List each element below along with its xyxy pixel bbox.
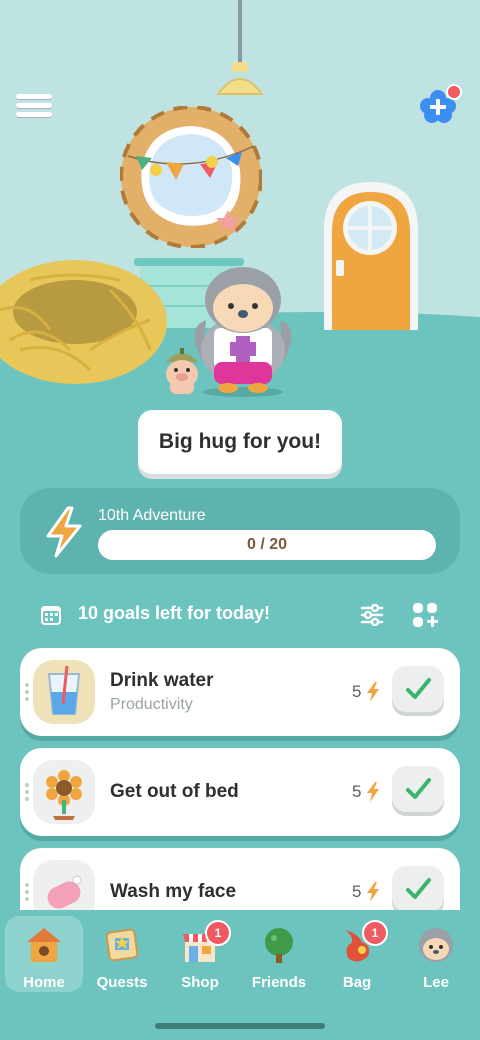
- avatar-icon: [419, 928, 453, 962]
- ceiling-lamp-icon: [216, 62, 264, 95]
- speech-bubble: Big hug for you!: [138, 410, 342, 474]
- orange-door: [324, 182, 418, 330]
- goal-card[interactable]: Get out of bed 5: [20, 748, 460, 836]
- goal-category: Productivity: [110, 696, 193, 713]
- drag-handle-icon[interactable]: [25, 782, 29, 802]
- drag-handle-icon[interactable]: [25, 882, 29, 902]
- goal-points: 5: [352, 682, 362, 701]
- bird-character: [194, 267, 292, 397]
- goal-title: Drink water: [110, 670, 214, 691]
- sunflower-icon: [33, 760, 95, 824]
- nav-item-home[interactable]: Home: [5, 916, 83, 992]
- goal-card[interactable]: Drink water Productivity 5: [20, 648, 460, 736]
- nav-item-friends[interactable]: Friends: [240, 916, 318, 992]
- menu-line: [16, 112, 52, 117]
- complete-goal-button[interactable]: [392, 666, 444, 712]
- nav-label: Bag: [342, 974, 372, 991]
- adventure-progress-card[interactable]: 10th Adventure 0 / 20: [20, 488, 460, 574]
- goal-points: 5: [352, 882, 362, 901]
- goals-left-text: 10 goals left for today!: [78, 603, 271, 623]
- lightning-bolt-icon: [367, 782, 379, 802]
- lightning-bolt-icon: [367, 882, 379, 902]
- bag-badge: 1: [362, 920, 388, 946]
- adventure-progress-text: 0 / 20: [246, 536, 288, 553]
- nav-label: Lee: [423, 974, 449, 991]
- goal-points: 5: [352, 782, 362, 801]
- menu-line: [16, 103, 52, 108]
- goal-title: Get out of bed: [110, 781, 239, 802]
- lamp-cord: [238, 0, 242, 64]
- complete-goal-button[interactable]: [392, 766, 444, 812]
- nest: [0, 260, 167, 384]
- nav-label: Shop: [181, 974, 219, 991]
- nav-item-bag[interactable]: 1 Bag: [318, 916, 396, 992]
- nav-item-profile[interactable]: Lee: [397, 916, 475, 992]
- add-friend-button[interactable]: [418, 84, 462, 128]
- lightning-bolt-icon: [367, 682, 379, 702]
- menu-button[interactable]: [14, 90, 54, 122]
- pig-character: [166, 348, 198, 394]
- add-widget-icon[interactable]: [412, 602, 438, 628]
- lightning-bolt-icon: [46, 506, 82, 558]
- nav-item-shop[interactable]: 1 Shop: [161, 916, 239, 992]
- nav-label: Home: [23, 974, 65, 991]
- tree-icon: [265, 928, 293, 963]
- nav-label: Quests: [96, 974, 148, 991]
- nav-item-quests[interactable]: Quests: [83, 916, 161, 992]
- drag-handle-icon[interactable]: [25, 682, 29, 702]
- calendar-icon: [41, 606, 61, 625]
- adventure-label: 10th Adventure: [98, 507, 206, 524]
- goals-header: 10 goals left for today!: [40, 598, 440, 632]
- round-window: [120, 106, 262, 248]
- menu-line: [16, 94, 52, 99]
- birdhouse-icon: [27, 928, 61, 962]
- goal-title: Wash my face: [110, 881, 237, 902]
- room-scene: [0, 0, 480, 420]
- quest-map-icon: [105, 928, 139, 962]
- filter-sliders-icon[interactable]: [360, 604, 384, 626]
- complete-goal-button[interactable]: [392, 866, 444, 912]
- adventure-progress-bar: 0 / 20: [98, 530, 436, 560]
- nav-label: Friends: [251, 974, 307, 991]
- home-indicator[interactable]: [155, 1023, 325, 1029]
- shop-badge: 1: [205, 920, 231, 946]
- water-glass-icon: [33, 660, 95, 724]
- bottom-nav: Home Quests 1 Shop Friends 1 Bag Lee: [0, 910, 480, 1040]
